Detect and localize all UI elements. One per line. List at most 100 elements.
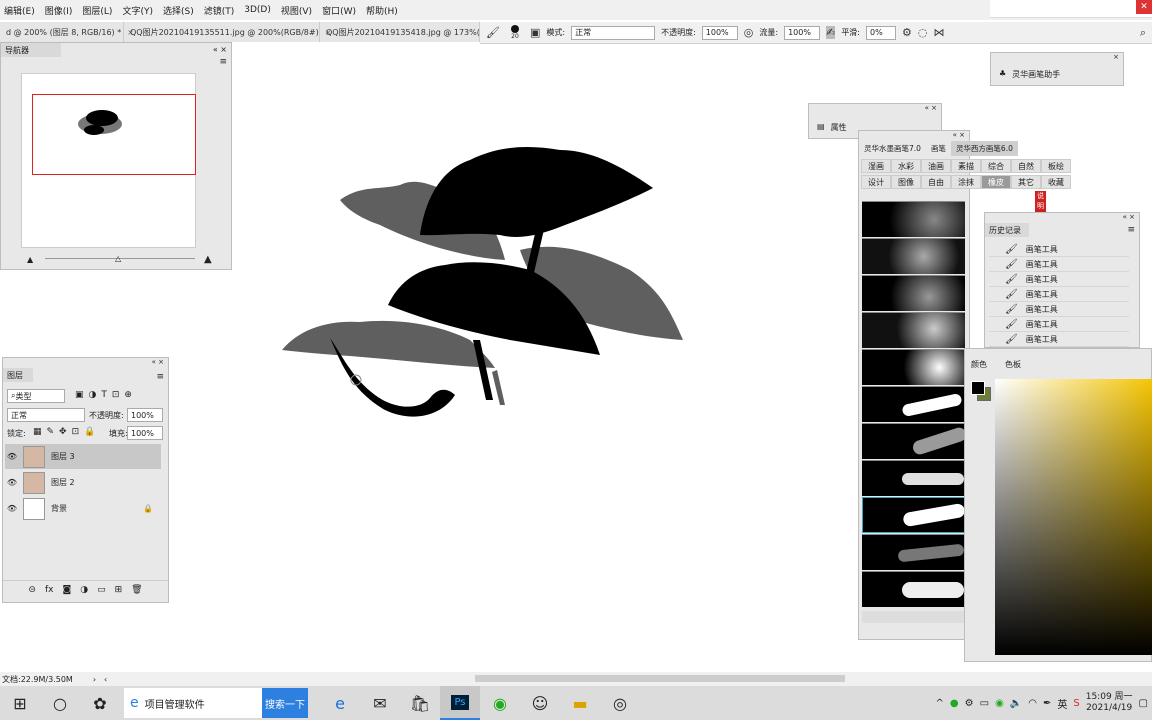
obs-icon[interactable]: ◎ xyxy=(600,686,640,720)
eye-icon[interactable]: 👁 xyxy=(5,478,19,487)
panel-collapse-icon[interactable]: « × xyxy=(152,358,164,366)
layer-row-background[interactable]: 👁 背景 🔒 xyxy=(5,496,161,521)
smooth-field[interactable]: 0% xyxy=(866,25,897,40)
history-tab[interactable]: 历史记录 xyxy=(985,223,1029,237)
lock-icons[interactable]: ▦✎✥⊡🔒 xyxy=(33,427,100,437)
brush-cat-eraser[interactable]: 橡皮 xyxy=(981,175,1011,189)
window-close-icon[interactable]: ✕ xyxy=(1136,0,1152,14)
mode-select[interactable]: 正常 xyxy=(571,25,656,40)
history-step[interactable]: 🖌 画笔工具 xyxy=(989,332,1129,347)
color-tab[interactable]: 颜色 xyxy=(971,359,987,370)
brush-cat-wet[interactable]: 湿画 xyxy=(861,159,891,173)
panel-collapse-icon[interactable]: « × xyxy=(213,45,227,54)
layer-filter-select[interactable]: ⌕ 类型 xyxy=(7,389,65,403)
tray-app-icon[interactable]: ◉ xyxy=(995,698,1004,709)
pressure-opacity-icon[interactable]: ◎ xyxy=(744,26,754,39)
layers-tab[interactable]: 图层 xyxy=(3,368,33,382)
link-layers-icon[interactable]: ⊝ xyxy=(28,585,36,595)
brush-cat-sketch[interactable]: 素描 xyxy=(951,159,981,173)
eye-icon[interactable]: 👁 xyxy=(5,504,19,513)
mail-icon[interactable]: ✉ xyxy=(360,686,400,720)
new-layer-icon[interactable]: ⊞ xyxy=(115,585,123,595)
pinwheel-app-icon[interactable]: ✿ xyxy=(80,686,120,720)
tray-expand-icon[interactable]: ^ xyxy=(936,698,944,709)
sogou-icon[interactable]: S xyxy=(1073,698,1079,709)
brush-size-preview[interactable]: 20 xyxy=(506,25,524,40)
volume-icon[interactable]: 🔈 xyxy=(1010,698,1022,709)
brush-preset-7[interactable] xyxy=(862,423,965,459)
brush-panel-scrollbar[interactable] xyxy=(862,611,965,623)
brush-tool-icon[interactable]: 🖌 xyxy=(486,26,500,39)
brush-panel-toggle-icon[interactable]: ▣ xyxy=(530,26,540,39)
brush-preset-3[interactable] xyxy=(862,275,965,311)
search-button[interactable]: 搜索一下 xyxy=(262,688,308,718)
layer-row-2[interactable]: 👁 图层 2 xyxy=(5,470,161,495)
delete-layer-icon[interactable]: 🗑 xyxy=(131,585,142,595)
navigator-preview[interactable] xyxy=(21,73,196,248)
edge-icon[interactable]: e xyxy=(320,686,360,720)
brush-assistant-tab[interactable]: ♣ 灵华画笔助手 xyxy=(999,69,1060,80)
clock[interactable]: 15:09 周一 2021/4/19 xyxy=(1086,692,1133,714)
brush-cat-image[interactable]: 图像 xyxy=(891,175,921,189)
brush-preset-2[interactable] xyxy=(862,238,965,274)
color-picker-field[interactable] xyxy=(995,379,1152,655)
brush-cat-other[interactable]: 其它 xyxy=(1011,175,1041,189)
menu-filter[interactable]: 滤镜(T) xyxy=(204,4,235,17)
doc-tab-1[interactable]: d @ 200% (图层 8, RGB/16) * × xyxy=(0,22,134,42)
brush-cat-nature[interactable]: 自然 xyxy=(1011,159,1041,173)
menu-3d[interactable]: 3D(D) xyxy=(244,5,271,15)
start-icon[interactable]: ⊞ xyxy=(0,686,40,720)
brush-preset-4[interactable] xyxy=(862,312,965,348)
properties-tab[interactable]: ▤ 属性 xyxy=(817,122,847,133)
brush-preset-11[interactable] xyxy=(862,571,965,607)
brush-cat-tablet[interactable]: 板绘 xyxy=(1041,159,1071,173)
panel-collapse-icon[interactable]: « × xyxy=(1123,213,1135,221)
zoom-in-icon[interactable]: ▲ xyxy=(204,254,212,265)
status-arrow-icon[interactable]: › xyxy=(93,675,96,684)
ime-indicator[interactable]: 英 xyxy=(1057,696,1067,711)
history-step[interactable]: 🖌 画笔工具 xyxy=(989,257,1129,272)
history-step[interactable]: 🖌 画笔工具 xyxy=(989,317,1129,332)
brush-cat-smudge[interactable]: 涂抹 xyxy=(951,175,981,189)
foreground-color-swatch[interactable] xyxy=(971,381,985,395)
panel-menu-icon[interactable]: ≡ xyxy=(1127,225,1135,235)
brush-tab-brush[interactable]: 画笔 xyxy=(926,141,951,156)
pressure-size-icon[interactable]: ◌ xyxy=(918,26,928,39)
flow-field[interactable]: 100% xyxy=(784,25,821,40)
layer-row-3[interactable]: 👁 图层 3 xyxy=(5,444,161,469)
photoshop-icon[interactable]: Ps xyxy=(440,686,480,720)
doc-size-readout[interactable]: 文档:22.9M/3.50M xyxy=(2,674,73,685)
navigator-tab[interactable]: 导航器 xyxy=(1,43,61,57)
brush-tab-ink[interactable]: 灵华水墨画笔7.0 xyxy=(859,141,926,156)
fx-icon[interactable]: fx xyxy=(45,585,54,595)
brush-preset-5[interactable] xyxy=(862,349,965,385)
brush-cat-favorites[interactable]: 收藏 xyxy=(1041,175,1071,189)
taskbar-search-input[interactable]: e 项目管理软件 xyxy=(124,688,262,718)
menu-view[interactable]: 视图(V) xyxy=(281,4,312,17)
avatar-app-icon[interactable]: ☺ xyxy=(520,686,560,720)
tray-gear-icon[interactable]: ⚙ xyxy=(965,698,974,709)
wechat-tray-icon[interactable]: ● xyxy=(950,698,959,709)
menu-image[interactable]: 图像(I) xyxy=(45,4,73,17)
brush-preset-9-selected[interactable] xyxy=(862,497,965,533)
history-step[interactable]: 🖌 画笔工具 xyxy=(989,242,1129,257)
panel-collapse-icon[interactable]: « × xyxy=(925,104,937,112)
panel-menu-icon[interactable]: ≡ xyxy=(156,372,164,382)
opacity-field[interactable]: 100% xyxy=(701,25,738,40)
layer-fill-field[interactable]: 100% xyxy=(127,426,163,440)
menu-layer[interactable]: 图层(L) xyxy=(82,4,112,17)
history-step[interactable]: 🖌 画笔工具 xyxy=(989,287,1129,302)
doc-tab-3[interactable]: QQ图片20210419135418.jpg @ 173%(RG xyxy=(320,22,480,42)
zoom-slider-handle[interactable]: △ xyxy=(115,254,121,263)
layer-opacity-field[interactable]: 100% xyxy=(127,408,163,422)
airbrush-icon[interactable]: ✍ xyxy=(826,26,836,39)
panel-collapse-icon[interactable]: « × xyxy=(953,131,965,139)
cortana-icon[interactable]: ○ xyxy=(40,686,80,720)
brush-cat-design[interactable]: 设计 xyxy=(861,175,891,189)
menu-window[interactable]: 窗口(W) xyxy=(322,4,356,17)
panel-menu-icon[interactable]: ≡ xyxy=(219,57,227,67)
swatches-tab[interactable]: 色板 xyxy=(1005,359,1021,370)
brush-tab-western[interactable]: 灵华西方画笔6.0 xyxy=(950,141,1018,156)
brush-cat-mixed[interactable]: 综合 xyxy=(981,159,1011,173)
brush-preset-6[interactable] xyxy=(862,386,965,422)
